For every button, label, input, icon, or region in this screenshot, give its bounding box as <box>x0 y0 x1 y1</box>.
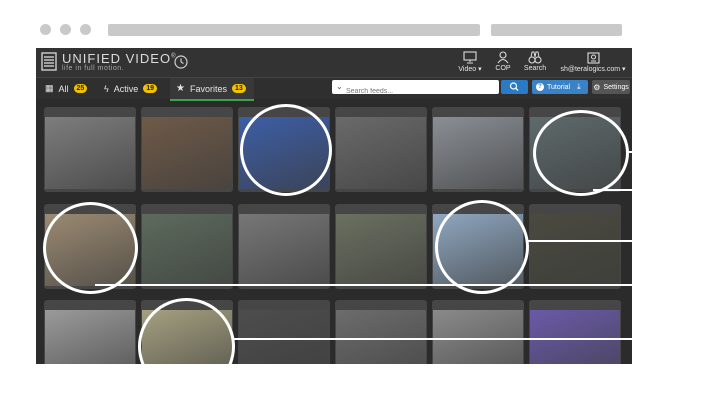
feed-tile[interactable] <box>44 107 136 192</box>
feed-tile[interactable] <box>529 204 621 289</box>
highlight-ring <box>240 104 332 196</box>
feed-stadium-aerial <box>239 214 329 286</box>
feed-rooftops-aerial <box>433 310 523 364</box>
feed-tile[interactable] <box>335 300 427 364</box>
window-dot <box>80 24 91 35</box>
chevron-down-icon[interactable]: ⌄ <box>336 82 343 91</box>
window-dots <box>40 24 91 35</box>
feed-buildings-gray <box>45 310 135 364</box>
feed-tile[interactable] <box>432 300 524 364</box>
app-title: UNIFIED VIDEO® <box>62 51 177 66</box>
tab-all-label: All <box>58 83 69 94</box>
tab-active-count: 19 <box>143 84 158 93</box>
help-icon: ? <box>536 83 544 91</box>
app-tagline: life in full motion. <box>62 65 125 72</box>
settings-label: Settings <box>603 83 629 91</box>
tutorial-label: Tutorial <box>547 83 571 91</box>
tab-active-label: Active <box>113 83 139 94</box>
nav-cop-label: COP <box>495 65 511 72</box>
monitor-icon <box>463 51 477 64</box>
toolbar-placeholder <box>491 24 622 36</box>
tab-favorites-count: 13 <box>231 84 246 93</box>
feed-warehouse-purple <box>530 310 620 364</box>
tab-all-count: 25 <box>73 84 88 93</box>
binoculars-icon <box>528 51 542 64</box>
nav-video-label: Video ▾ <box>458 66 482 73</box>
tab-favorites-label: Favorites <box>189 83 227 94</box>
nav-search-label: Search <box>523 65 547 72</box>
highlight-ring <box>435 200 529 294</box>
nav-user-menu[interactable]: sh@teralogics.com ▾ <box>560 51 626 73</box>
feed-tile[interactable] <box>238 300 330 364</box>
feed-tile[interactable] <box>335 107 427 192</box>
feed-tile[interactable] <box>529 300 621 364</box>
tab-all[interactable]: ▦ All 25 <box>42 78 94 99</box>
feed-river-aerial <box>530 214 620 286</box>
feed-field-thermal <box>336 117 426 189</box>
callout-line <box>95 284 635 286</box>
highlight-ring <box>43 202 138 294</box>
nav-search[interactable]: Search <box>522 51 548 72</box>
app-window: UNIFIED VIDEO® life in full motion. Vide… <box>36 48 632 364</box>
gear-icon: ⚙ <box>593 82 601 92</box>
feed-gray-aerial <box>336 310 426 364</box>
search-box: ⌄ <box>332 80 499 99</box>
feed-tile[interactable] <box>44 300 136 364</box>
person-icon <box>497 51 509 64</box>
feed-tile[interactable] <box>141 107 233 192</box>
highlight-ring <box>138 298 235 395</box>
feed-highway-aerial <box>336 214 426 286</box>
search-icon <box>509 82 519 91</box>
window-dot <box>40 24 51 35</box>
grid-icon: ▦ <box>45 83 54 93</box>
address-bar-placeholder <box>108 24 480 36</box>
star-icon: ★ <box>176 83 185 94</box>
callout-line <box>626 151 635 153</box>
feed-thermal-town <box>239 310 329 364</box>
tutorial-button[interactable]: ? Tutorial ⤓ <box>532 80 588 94</box>
feed-tile[interactable] <box>238 204 330 289</box>
callout-line <box>593 189 635 191</box>
callout-line <box>526 240 635 242</box>
search-button[interactable] <box>501 80 528 94</box>
feed-smoke-aerial <box>45 117 135 189</box>
lightning-icon: ϟ <box>104 83 109 94</box>
app-title-text: UNIFIED VIDEO <box>62 51 172 66</box>
feed-helicopter <box>433 117 523 189</box>
nav-user-label: sh@teralogics.com ▾ <box>560 66 626 73</box>
callout-line <box>234 338 635 340</box>
download-icon[interactable]: ⤓ <box>577 82 581 92</box>
logo-icon <box>41 52 57 71</box>
feed-firefighter <box>142 117 232 189</box>
settings-button[interactable]: ⚙ Settings <box>592 80 630 94</box>
clock-icon[interactable] <box>174 55 188 69</box>
app-header: UNIFIED VIDEO® life in full motion. Vide… <box>36 48 632 78</box>
feed-tile[interactable] <box>141 204 233 289</box>
feed-tile[interactable] <box>335 204 427 289</box>
feed-tile[interactable] <box>432 107 524 192</box>
tab-favorites[interactable]: ★ Favorites 13 <box>170 78 254 101</box>
nav-cop[interactable]: COP <box>490 51 516 72</box>
highlight-ring <box>533 110 629 196</box>
search-input[interactable] <box>332 84 496 99</box>
nav-video[interactable]: Video ▾ <box>452 51 488 73</box>
window-dot <box>60 24 71 35</box>
id-badge-icon <box>586 52 600 64</box>
feed-neighborhood-aerial <box>142 214 232 286</box>
tab-active[interactable]: ϟ Active 19 <box>100 78 168 99</box>
